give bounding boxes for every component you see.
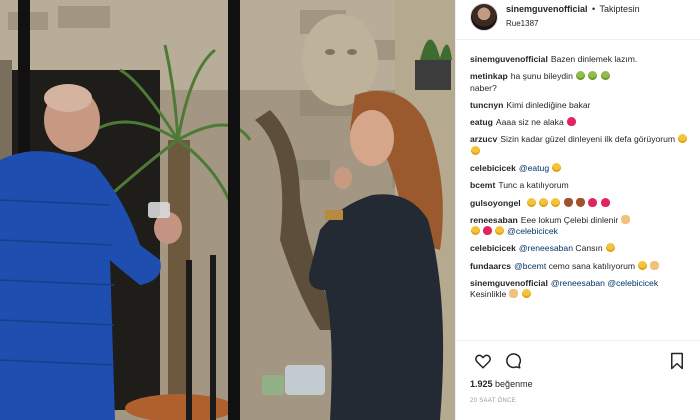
comment-item: gulsoyongel — [470, 197, 696, 210]
comment-item: sinemguvenofficial @reneesaban @celebicic… — [470, 278, 696, 301]
emoji-icon — [588, 197, 598, 207]
comment-mention[interactable]: @reneesaban — [519, 243, 573, 253]
comment-item: sinemguvenofficial Bazen dinlemek lazım. — [470, 54, 696, 66]
emoji-icon — [538, 197, 548, 207]
comment-username[interactable]: arzucv — [470, 134, 497, 144]
post-photo[interactable] — [0, 0, 455, 420]
emoji-icon — [650, 260, 660, 270]
emoji-icon — [521, 289, 531, 299]
emoji-icon — [482, 226, 492, 236]
comment-item: tuncnyn Kimi dinlediğine bakar — [470, 100, 696, 112]
instagram-post: sinemguvenofficial • Takiptesin Rue1387 … — [0, 0, 700, 420]
comment-username[interactable]: celebicicek — [470, 163, 516, 173]
comment-text: Sizin kadar güzel dinleyeni ilk defa gör… — [500, 134, 676, 145]
comment-text: Eee lokum Çelebi dinlenir — [520, 214, 619, 225]
emoji-icon — [605, 243, 615, 253]
comment-text: Cansın — [575, 243, 603, 254]
comment-username[interactable]: metinkap — [470, 71, 508, 81]
emoji-icon — [588, 71, 598, 81]
comment-username[interactable]: eatug — [470, 117, 493, 127]
header-user-line: sinemguvenofficial • Takiptesin — [506, 4, 640, 14]
likes-label: beğenme — [495, 379, 533, 389]
comment-item: celebicicek @reneesaban Cansın — [470, 243, 696, 255]
emoji-icon — [526, 197, 536, 207]
likes-count[interactable]: 1.925 beğenme — [470, 379, 533, 389]
header-separator: • — [592, 4, 596, 14]
comment-list: sinemguvenofficial Bazen dinlemek lazım. m… — [470, 54, 696, 307]
emoji-icon — [470, 145, 480, 155]
emoji-icon — [495, 226, 505, 236]
comment-text: Kimi dinlediğine bakar — [506, 99, 591, 110]
likes-number: 1.925 — [470, 379, 493, 389]
comment-mention[interactable]: @bcemt — [514, 261, 546, 271]
comment-item: celebicicek @eatug — [470, 163, 696, 175]
comment-item: arzucv Sizin kadar güzel dinleyeni ilk de… — [470, 134, 696, 157]
comment-text: ha şunu bileydin — [510, 71, 573, 82]
bookmark-icon[interactable] — [668, 352, 686, 370]
comment-username[interactable]: gulsoyongel — [470, 198, 521, 208]
comment-mention[interactable]: @eatug — [519, 163, 549, 173]
emoji-icon — [576, 197, 586, 207]
emoji-icon — [621, 214, 631, 224]
emoji-icon — [563, 197, 573, 207]
comment-mention[interactable]: @celebicicek — [607, 278, 658, 288]
comment-icon[interactable] — [504, 352, 522, 370]
comment-item: metinkap ha şunu bileydin naber? — [470, 71, 696, 94]
emoji-icon — [470, 226, 480, 236]
photo-illustration — [0, 0, 455, 420]
comment-item: bcemt Tunc a katılıyorum — [470, 180, 696, 192]
comment-username[interactable]: celebicicek — [470, 243, 516, 253]
comment-username[interactable]: fundaarcs — [470, 261, 511, 271]
comment-username[interactable]: sinemguvenofficial — [470, 54, 548, 64]
emoji-icon — [600, 71, 610, 81]
emoji-icon — [637, 260, 647, 270]
heart-icon[interactable] — [474, 352, 492, 370]
comment-text: naber? — [470, 82, 497, 93]
comment-mention[interactable]: @celebicicek — [507, 226, 558, 236]
emoji-icon — [575, 71, 585, 81]
comment-text: Bazen dinlemek lazım. — [550, 54, 638, 64]
emoji-icon — [551, 197, 561, 207]
post-header: sinemguvenofficial • Takiptesin Rue1387 — [456, 0, 700, 40]
emoji-icon — [509, 289, 519, 299]
comment-item: eatug Aaaa siz ne alaka — [470, 117, 696, 129]
comment-item: reneesaban Eee lokum Çelebi dinlenir @cel… — [470, 214, 696, 238]
comment-item: fundaarcs @bcemt cemo sana katılıyorum — [470, 260, 696, 273]
comment-text: cemo sana katılıyorum — [548, 260, 636, 271]
emoji-icon — [566, 117, 576, 127]
comment-username[interactable]: reneesaban — [470, 215, 518, 225]
comment-mention[interactable]: @reneesaban — [551, 278, 605, 288]
avatar[interactable] — [470, 3, 498, 31]
comment-username[interactable]: bcemt — [470, 180, 495, 190]
post-sidebar: sinemguvenofficial • Takiptesin Rue1387 … — [455, 0, 700, 420]
emoji-icon — [600, 197, 610, 207]
comment-text: Tunc a katılıyorum — [498, 180, 569, 191]
comment-username[interactable]: tuncnyn — [470, 100, 503, 110]
action-bar: 1.925 beğenme 20 SAAT ÖNCE — [456, 340, 700, 420]
post-timestamp: 20 SAAT ÖNCE — [470, 398, 517, 404]
emoji-icon — [677, 134, 687, 144]
comment-username[interactable]: sinemguvenofficial — [470, 278, 548, 288]
location-link[interactable]: Rue1387 — [506, 19, 538, 28]
header-username[interactable]: sinemguvenofficial — [506, 4, 588, 14]
emoji-icon — [552, 163, 561, 173]
follow-status[interactable]: Takiptesin — [600, 4, 640, 14]
comment-text: Aaaa siz ne alaka — [495, 117, 564, 128]
comment-text: Kesinlikle — [470, 289, 507, 300]
